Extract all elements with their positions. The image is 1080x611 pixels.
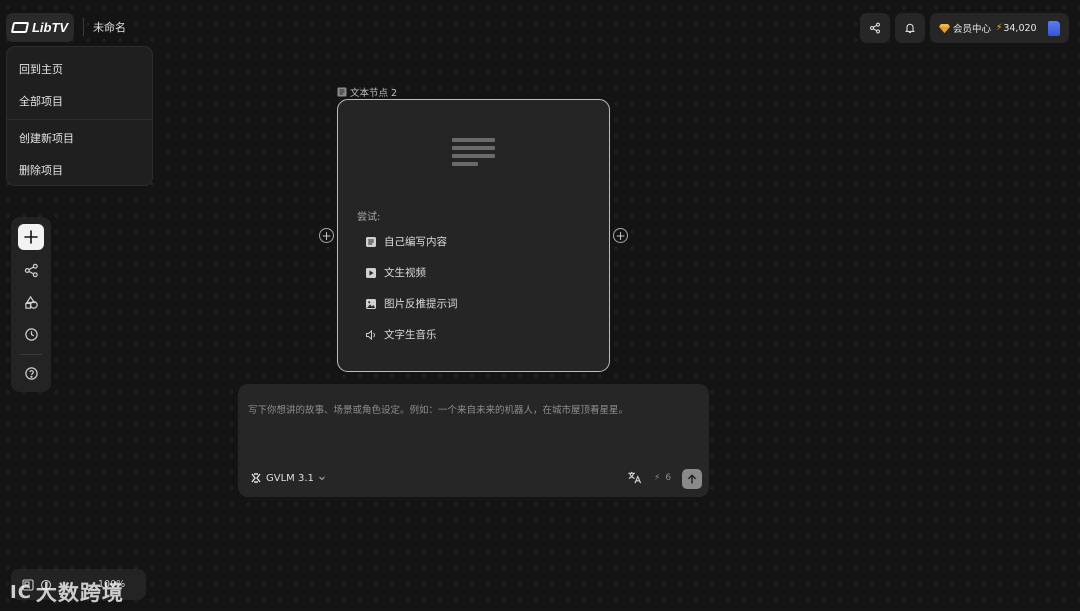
option-image-to-prompt[interactable]: 图片反推提示词 (365, 296, 458, 311)
project-menu: 回到主页 全部项目 创建新项目 删除项目 (6, 46, 153, 186)
option-text-to-video[interactable]: 文生视频 (365, 265, 426, 280)
member-label: 会员中心 (953, 24, 992, 35)
chevron-down-icon (319, 476, 325, 481)
node-label: 文本节点 2 (337, 85, 397, 99)
gem-icon (939, 23, 950, 33)
try-label: 尝试: (357, 212, 381, 223)
menu-item-delete-project[interactable]: 删除项目 (7, 154, 152, 186)
logo-button[interactable]: LibTV (6, 13, 74, 42)
add-node-button[interactable] (18, 224, 44, 250)
arrow-up-icon (688, 474, 696, 484)
model-select[interactable]: GVLM 3.1 (250, 472, 326, 484)
model-name: GVLM 3.1 (266, 472, 314, 484)
speaker-icon (366, 329, 375, 340)
cost-value: 6 (665, 473, 672, 483)
translate-button[interactable] (627, 470, 642, 489)
prompt-input[interactable]: 写下你想讲的故事、场景或角色设定。例如：一个来自未来的机器人，在城市屋顶看星星。 (248, 402, 628, 416)
send-button[interactable] (682, 469, 702, 489)
image-icon (366, 298, 376, 309)
document-icon (366, 236, 376, 247)
add-output-handle[interactable]: + (613, 228, 628, 243)
cost-indicator: ⚡ 6 (654, 473, 671, 483)
option-label: 文生视频 (384, 267, 426, 279)
share-button[interactable] (860, 13, 890, 43)
text-node-card[interactable]: 尝试: 自己编写内容 文生视频 图片反推提示词 文字生音乐 (337, 99, 610, 372)
menu-item-home[interactable]: 回到主页 (7, 53, 152, 85)
text-node-icon (337, 87, 347, 97)
watermark-text: 大数跨境 (35, 581, 124, 605)
option-write-content[interactable]: 自己编写内容 (365, 234, 447, 249)
bell-icon (905, 23, 915, 34)
option-label: 自己编写内容 (384, 236, 447, 248)
text-lines-icon (452, 138, 495, 170)
menu-divider (7, 119, 152, 120)
bolt-icon: ⚡ (996, 23, 1003, 33)
credits-count: 34,020 (1003, 22, 1037, 34)
history-button[interactable] (18, 321, 44, 347)
option-text-to-music[interactable]: 文字生音乐 (365, 327, 437, 342)
shapes-icon (24, 295, 38, 309)
project-title[interactable]: 未命名 (93, 19, 126, 35)
watermark: IC 大数跨境 (10, 577, 124, 607)
workflow-icon (24, 263, 38, 277)
workflow-button[interactable] (18, 257, 44, 283)
history-icon (24, 327, 38, 341)
prompt-panel: 写下你想讲的故事、场景或角色设定。例如：一个来自未来的机器人，在城市屋顶看星星。… (238, 384, 709, 497)
logo-icon (10, 22, 30, 33)
add-input-handle[interactable]: + (319, 228, 334, 243)
left-toolbar (11, 217, 51, 392)
title-divider (83, 18, 84, 36)
logo-text: LibTV (31, 20, 69, 35)
watermark-logo-icon: IC (10, 581, 32, 603)
option-label: 文字生音乐 (384, 329, 437, 341)
help-button[interactable] (18, 360, 44, 386)
avatar[interactable] (1047, 20, 1060, 36)
option-label: 图片反推提示词 (384, 298, 458, 310)
node-title: 文本节点 2 (350, 88, 398, 99)
menu-item-all-projects[interactable]: 全部项目 (7, 85, 152, 117)
share-icon (869, 22, 881, 34)
help-icon (24, 366, 38, 380)
translate-icon (628, 471, 642, 484)
shapes-button[interactable] (18, 289, 44, 315)
member-center-button[interactable]: 会员中心 ⚡ 34,020 (930, 13, 1069, 43)
notification-button[interactable] (895, 13, 925, 43)
menu-item-new-project[interactable]: 创建新项目 (7, 122, 152, 154)
play-icon (366, 267, 376, 278)
model-logo-icon (251, 473, 261, 483)
bolt-icon: ⚡ (654, 473, 661, 483)
plus-icon (24, 230, 38, 244)
